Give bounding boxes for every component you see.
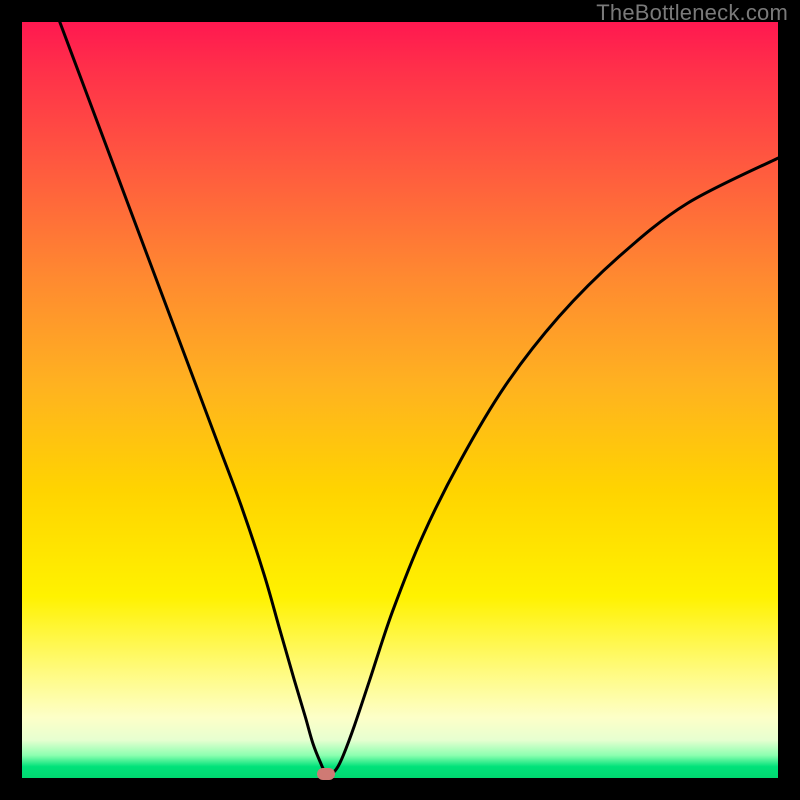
plot-area xyxy=(22,22,778,778)
bottleneck-curve xyxy=(60,22,778,774)
optimum-marker xyxy=(317,768,335,780)
curve-svg xyxy=(22,22,778,778)
chart-frame: TheBottleneck.com xyxy=(0,0,800,800)
